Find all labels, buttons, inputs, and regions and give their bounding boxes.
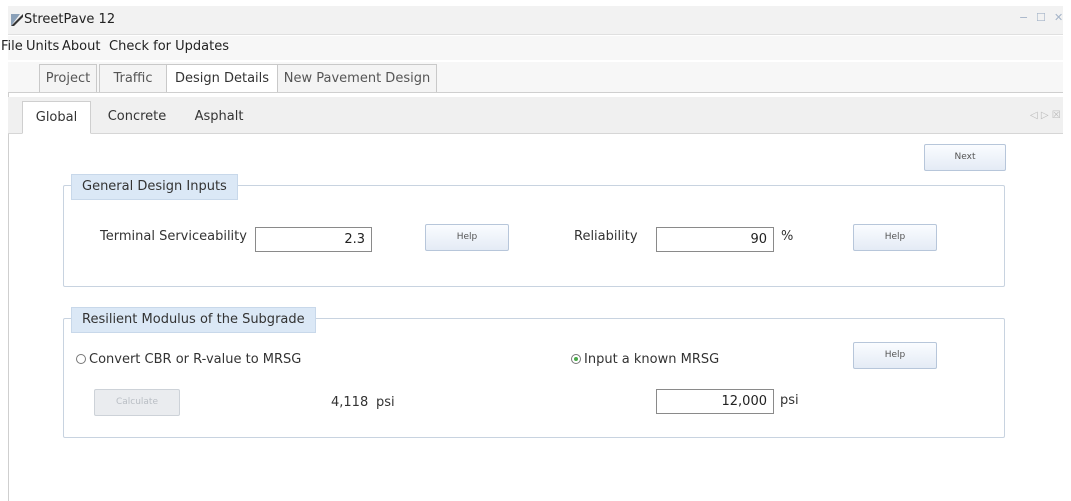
general-design-inputs-title: General Design Inputs	[71, 174, 238, 200]
tab-scroll-controls[interactable]: ◁ ▷ ☒	[1030, 110, 1061, 121]
menu-bar: File Units About Check for Updates	[1, 36, 1063, 60]
reliability-label: Reliability	[574, 229, 638, 244]
subgrade-title: Resilient Modulus of the Subgrade	[71, 307, 316, 333]
tab-new-pavement-design[interactable]: New Pavement Design	[277, 64, 437, 92]
top-tab-strip: Project Traffic Design Details New Pavem…	[8, 62, 1063, 93]
tab-design-details[interactable]: Design Details	[166, 64, 278, 92]
restore-icon[interactable]: ☐	[1036, 11, 1046, 24]
known-mrsg-unit: psi	[780, 393, 799, 408]
close-icon[interactable]: ✕	[1054, 11, 1063, 24]
known-mrsg-field[interactable]: 12,000	[656, 389, 774, 414]
computed-mrsg-value: 4,118	[331, 395, 369, 410]
convert-cbr-label: Convert CBR or R-value to MRSG	[89, 352, 302, 367]
tab-asphalt[interactable]: Asphalt	[180, 101, 258, 134]
tab-global[interactable]: Global	[22, 101, 91, 134]
reliability-unit: %	[781, 229, 794, 244]
calculate-button[interactable]: Calculate	[94, 389, 180, 416]
minimize-icon[interactable]: −	[1019, 11, 1028, 24]
computed-mrsg-unit: psi	[376, 395, 395, 410]
subgrade-group	[63, 318, 1005, 438]
tab-traffic[interactable]: Traffic	[99, 64, 167, 92]
title-bar: StreetPave 12 − ☐ ✕	[8, 6, 1063, 35]
tab-concrete[interactable]: Concrete	[97, 101, 177, 134]
subgrade-help-button[interactable]: Help	[853, 342, 937, 369]
input-known-mrsg-label: Input a known MRSG	[584, 352, 720, 367]
main-panel	[8, 93, 1064, 501]
menu-check-updates[interactable]: Check for Updates	[109, 39, 229, 54]
terminal-serviceability-field[interactable]: 2.3	[255, 227, 372, 252]
menu-about[interactable]: About	[62, 39, 100, 54]
input-known-mrsg-option[interactable]: Input a known MRSG	[571, 352, 719, 367]
terminal-serviceability-label: Terminal Serviceability	[100, 229, 247, 244]
radio-icon[interactable]	[76, 354, 86, 364]
reliability-help-button[interactable]: Help	[853, 224, 937, 251]
radio-icon[interactable]	[571, 354, 581, 364]
tab-project[interactable]: Project	[39, 64, 97, 92]
terminal-help-button[interactable]: Help	[425, 224, 509, 251]
window-title: StreetPave 12	[24, 12, 116, 27]
next-button[interactable]: Next	[924, 144, 1006, 171]
menu-file[interactable]: File	[1, 39, 23, 54]
menu-units[interactable]: Units	[26, 39, 59, 54]
reliability-field[interactable]: 90	[656, 227, 774, 252]
app-logo-icon	[11, 14, 23, 26]
convert-cbr-option[interactable]: Convert CBR or R-value to MRSG	[76, 352, 301, 367]
